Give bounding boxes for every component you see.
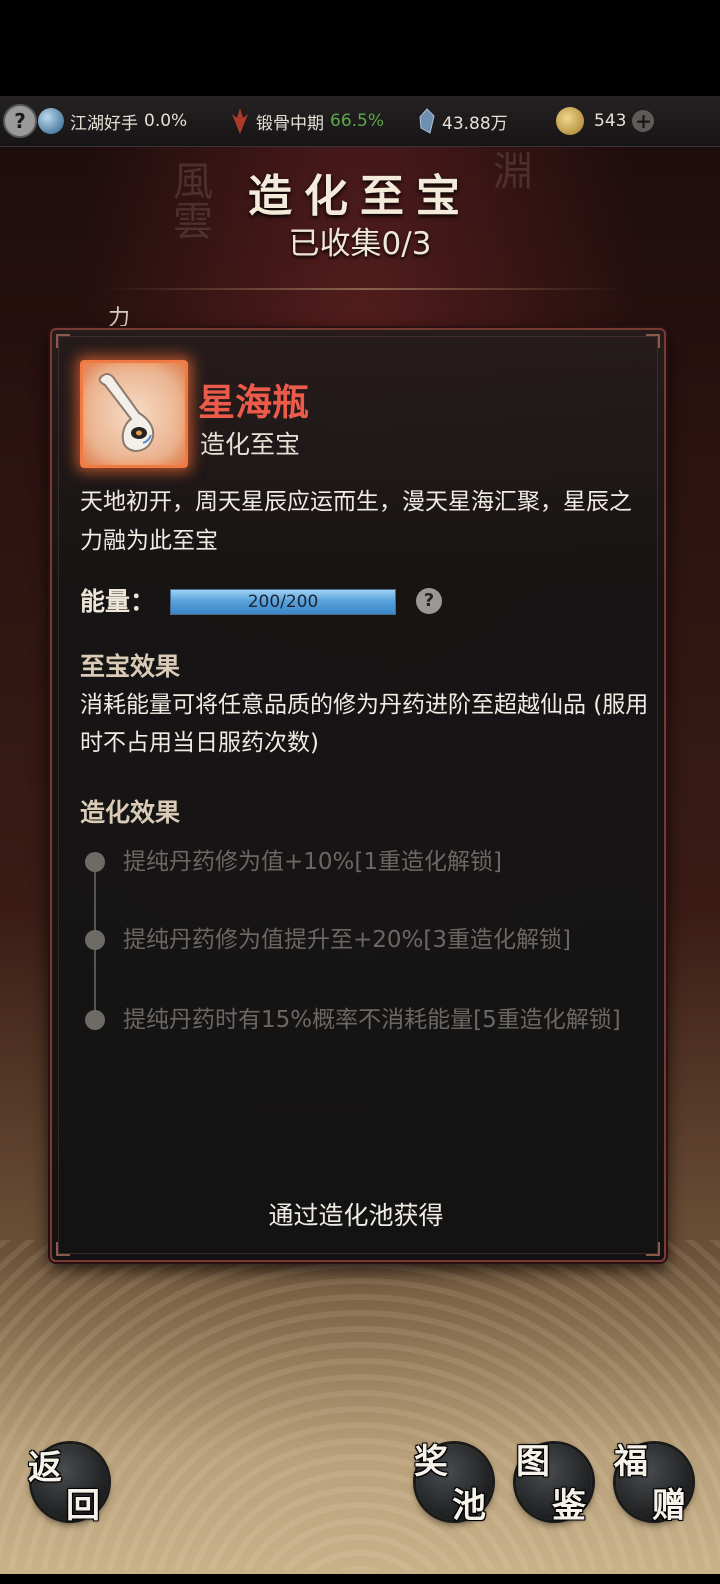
treasure-type: 造化至宝 <box>200 430 301 459</box>
rank-emblem-icon <box>232 108 248 134</box>
star-bottle-icon <box>98 373 155 453</box>
creation-effect-item: 提纯丹药修为值+10%[1重造化解锁] <box>123 849 502 875</box>
codex-button-label: 鉴 <box>552 1486 586 1526</box>
timeline-bullet <box>85 930 105 950</box>
status-bar: ? 江湖好手 0.0% 锻骨中期 66.5% 43.88万 543 + <box>0 96 720 147</box>
collection-count: 已收集0/3 <box>288 226 432 262</box>
energy-label: 能量： <box>80 587 156 616</box>
energy-bar: 200/200 <box>170 589 396 615</box>
codex-button-label: 图 <box>516 1442 550 1482</box>
energy-value: 200/200 <box>247 592 319 612</box>
corner-ornament <box>56 1242 70 1256</box>
rank-percent: 0.0% <box>144 111 188 131</box>
coin-info[interactable]: 543 + <box>556 96 655 146</box>
gift-button-label: 福 <box>614 1442 648 1482</box>
spirit-stone-icon <box>419 108 435 134</box>
top-black-area <box>0 0 720 96</box>
help-icon[interactable]: ? <box>3 104 37 138</box>
realm-label: 锻骨中期 <box>256 113 324 134</box>
creation-effect-item: 提纯丹药修为值提升至+20%[3重造化解锁] <box>123 927 571 953</box>
timeline-bullet <box>85 1010 105 1030</box>
rank-label: 江湖好手 <box>70 113 138 134</box>
corner-ornament <box>56 334 70 348</box>
prize-pool-button-label: 池 <box>452 1486 486 1526</box>
help-button[interactable]: ? <box>3 96 37 146</box>
wave-pattern <box>0 1240 720 1570</box>
treasure-effect-text: 消耗能量可将任意品质的修为丹药进阶至超越仙品 (服用时不占用当日服药次数) <box>80 692 649 756</box>
treasure-name: 星海瓶 <box>198 381 309 424</box>
page-title: 造化至宝 <box>248 171 472 222</box>
treasure-description: 天地初开，周天星辰应运而生，漫天星海汇聚，星辰之力融为此至宝 <box>80 489 632 554</box>
energy-help-icon[interactable]: ? <box>416 588 442 614</box>
corner-ornament <box>646 1242 660 1256</box>
back-button-label: 回 <box>66 1486 100 1526</box>
obtain-method: 通过造化池获得 <box>268 1201 444 1230</box>
treasure-item-icon <box>80 360 188 468</box>
gold-coin-icon <box>556 107 584 135</box>
realm-info[interactable]: 锻骨中期 66.5% <box>230 96 384 146</box>
header-divider <box>104 288 624 290</box>
timeline-bullet <box>85 852 105 872</box>
gift-button-label: 赠 <box>652 1486 686 1526</box>
treasure-effect-title: 至宝效果 <box>80 652 181 681</box>
spirit-stone-info[interactable]: 43.88万 <box>418 96 508 146</box>
bottom-black-area <box>0 1574 720 1584</box>
realm-percent: 66.5% <box>330 111 385 131</box>
plus-icon[interactable]: + <box>632 110 655 132</box>
coin-amount: 543 <box>594 111 627 131</box>
corner-ornament <box>646 334 660 348</box>
back-button-label: 返 <box>28 1448 62 1488</box>
rank-info[interactable]: 江湖好手 0.0% <box>38 96 187 146</box>
spirit-amount: 43.88万 <box>442 113 508 134</box>
creation-effect-title: 造化效果 <box>80 798 181 827</box>
creation-effect-item: 提纯丹药时有15%概率不消耗能量[5重造化解锁] <box>123 1007 621 1033</box>
taiji-icon <box>38 108 64 134</box>
prize-pool-button-label: 奖 <box>414 1442 448 1482</box>
